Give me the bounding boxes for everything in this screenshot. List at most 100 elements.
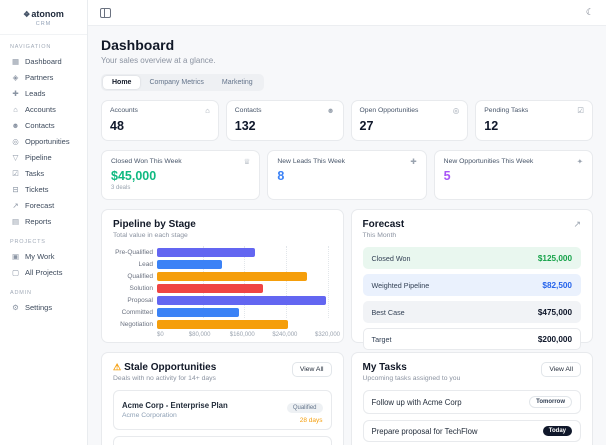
tab-home[interactable]: Home: [103, 76, 141, 89]
x-tick-label: $160,000: [229, 332, 255, 338]
sparkle-icon: ✦: [576, 156, 583, 166]
stale-subtitle: Deals with no activity for 14+ days: [113, 375, 216, 382]
stale-opportunities-panel: ⚠ Stale Opportunities Deals with no activ…: [101, 352, 344, 445]
task-title: Follow up with Acme Corp: [371, 397, 462, 407]
sidebar-toggle-icon[interactable]: [100, 7, 111, 18]
content: Dashboard Your sales overview at a glanc…: [88, 26, 606, 445]
all-projects-icon: ▢: [11, 267, 20, 277]
sidebar-item-contacts[interactable]: ☻ Contacts: [8, 118, 79, 133]
chart-row: Lead: [113, 258, 332, 270]
sidebar-item-forecast[interactable]: ↗ Forecast: [8, 198, 79, 213]
chart-bar-committed: [157, 307, 239, 317]
tasks-view-all-button[interactable]: View All: [541, 362, 581, 377]
brand-name: ❖atonom: [23, 9, 64, 19]
stale-view-all-button[interactable]: View All: [291, 362, 332, 377]
task-item[interactable]: Follow up with Acme Corp Tomorrow: [362, 390, 581, 414]
stat-card-accounts: Accounts ⌂ 48: [101, 100, 219, 141]
tasks-title: My Tasks: [362, 362, 407, 373]
weekly-row: Closed Won This Week ♕ $45,000 3 deals Ne…: [101, 149, 593, 200]
chart-track: [157, 270, 332, 282]
chart-row: Pre-Qualified: [113, 246, 332, 258]
stat-label: New Leads This Week: [277, 157, 346, 165]
forecast-icon: ↗: [12, 200, 19, 210]
chart-category-label: Negotiation: [120, 320, 153, 328]
tab-marketing[interactable]: Marketing: [213, 76, 262, 89]
stats-row: Accounts ⌂ 48 Contacts ☻ 132 Open Opportun…: [101, 100, 593, 141]
settings-icon: ⚙: [12, 302, 19, 312]
stat-card-open-opportunities: Open Opportunities ◎ 27: [350, 100, 469, 141]
brand-subtitle: CRM: [35, 21, 52, 27]
x-tick-label: $80,000: [188, 332, 211, 338]
forecast-rows: Closed Won $125,000 Weighted Pipeline $82,5…: [362, 247, 581, 350]
stat-label: Contacts: [234, 107, 262, 114]
forecast-title: Forecast: [362, 219, 405, 230]
chart-bar-lead: [157, 259, 223, 269]
my-work-icon: ▣: [11, 251, 20, 261]
sidebar-item-reports[interactable]: ▤ Reports: [8, 214, 79, 229]
pipeline-chart-subtitle: Total value in each stage: [113, 232, 188, 239]
card-closed-won-week: Closed Won This Week ♕ $45,000 3 deals: [101, 149, 261, 200]
opportunity-name: Acme Corp - Enterprise Plan: [122, 401, 228, 410]
sidebar-item-leads[interactable]: ✚ Leads: [8, 86, 79, 101]
stage-badge: Qualified: [286, 403, 323, 413]
chart-track: [157, 282, 332, 294]
opportunity-info: Acme Corp - Enterprise Plan Acme Corporat…: [122, 401, 228, 419]
tab-company-metrics[interactable]: Company Metrics: [140, 76, 212, 89]
pipeline-icon: ▽: [12, 152, 19, 162]
brand[interactable]: ❖atonom CRM: [0, 0, 87, 35]
sidebar-item-my-work[interactable]: ▣ My Work: [8, 249, 79, 264]
sidebar-item-pipeline[interactable]: ▽ Pipeline: [8, 150, 79, 165]
stat-value: 132: [234, 118, 256, 133]
sidebar-item-label: All Projects: [25, 268, 63, 277]
forecast-value: $125,000: [537, 253, 572, 263]
stat-value: 8: [277, 169, 285, 183]
opportunity-meta: Qualified 28 days: [286, 396, 323, 424]
sidebar-item-settings[interactable]: ⚙ Settings: [8, 300, 79, 315]
pipeline-chart-xaxis: $0 $80,000 $160,000 $240,000 $320,000: [157, 332, 340, 341]
sidebar-item-tasks[interactable]: ☑ Tasks: [8, 166, 79, 181]
stale-opportunity-item[interactable]: TechFlow - Platform LicenseTechFlow Solu…: [113, 436, 332, 445]
stale-opportunity-item[interactable]: Acme Corp - Enterprise Plan Acme Corporat…: [113, 390, 332, 430]
users-icon: ☻: [326, 106, 335, 115]
sidebar-item-dashboard[interactable]: ▦ Dashboard: [8, 54, 79, 69]
theme-toggle-icon[interactable]: ☾: [586, 8, 594, 17]
chart-bar-pre-qualified: [157, 247, 256, 257]
x-tick-label: $0: [157, 332, 164, 338]
forecast-row-target: Target $200,000: [362, 328, 581, 350]
sidebar-sections: Navigation ▦ Dashboard ◈ Partners ✚ Leads ⌂ Acco…: [0, 35, 87, 316]
pipeline-chart: Pre-Qualified Lead Qualified Solution Propos…: [113, 246, 340, 341]
stat-note: 3 deals: [111, 185, 131, 191]
task-item[interactable]: Prepare proposal for TechFlow Today: [362, 420, 581, 442]
chart-bar-negotiation: [157, 319, 288, 329]
forecast-panel: Forecast This Month ↗ Closed Won $125,000…: [350, 209, 593, 350]
contacts-icon: ☻: [11, 120, 20, 130]
card-new-opportunities-week: New Opportunities This Week ✦ 5: [433, 149, 593, 200]
forecast-value: $475,000: [537, 307, 572, 317]
chart-category-label: Proposal: [127, 296, 153, 304]
sidebar-item-label: Settings: [25, 303, 53, 312]
chart-row: Proposal: [113, 294, 332, 306]
chart-row: Qualified: [113, 270, 332, 282]
forecast-row-best-case: Best Case $475,000: [362, 301, 581, 323]
sidebar-item-tickets[interactable]: ⊟ Tickets: [8, 182, 79, 197]
sidebar-item-label: Leads: [25, 89, 46, 98]
sidebar-item-partners[interactable]: ◈ Partners: [8, 70, 79, 85]
stat-label: New Opportunities This Week: [443, 157, 534, 165]
chart-row: Solution: [113, 282, 332, 294]
sidebar-item-label: Forecast: [25, 201, 55, 210]
stat-label: Accounts: [110, 107, 138, 114]
sidebar-item-all-projects[interactable]: ▢ All Projects: [8, 265, 79, 280]
sidebar-item-accounts[interactable]: ⌂ Accounts: [8, 102, 79, 117]
tasks-subtitle: Upcoming tasks assigned to you: [362, 375, 461, 382]
trophy-icon: ♕: [243, 156, 251, 166]
stat-card-pending-tasks: Pending Tasks ☑ 12: [475, 100, 593, 141]
trending-up-icon: ↗: [573, 219, 581, 229]
pipeline-chart-title: Pipeline by Stage: [113, 219, 196, 230]
chart-track: [157, 294, 332, 306]
sidebar-item-opportunities[interactable]: ◎ Opportunities: [8, 134, 79, 149]
forecast-row-weighted-pipeline: Weighted Pipeline $82,500: [362, 274, 581, 296]
chart-row: Negotiation: [113, 318, 332, 330]
chart-track: [157, 318, 332, 330]
forecast-subtitle: This Month: [362, 232, 397, 239]
tickets-icon: ⊟: [12, 184, 19, 194]
